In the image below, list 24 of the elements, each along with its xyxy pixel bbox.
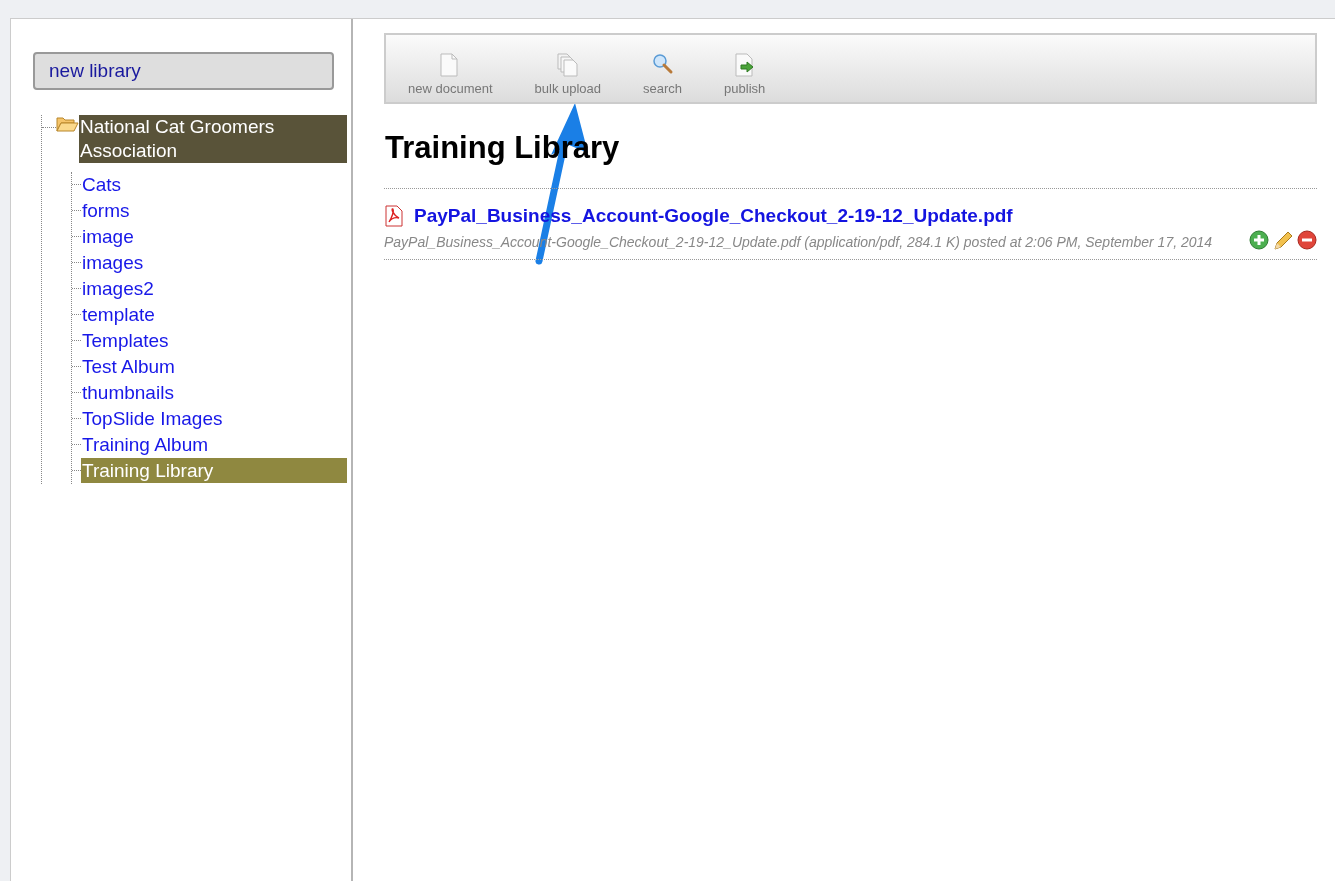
publish-icon xyxy=(733,53,756,77)
add-icon xyxy=(1249,230,1269,250)
tree-item[interactable]: thumbnails xyxy=(81,380,347,405)
tree-item[interactable]: Cats xyxy=(81,172,347,197)
documents-icon xyxy=(556,53,579,77)
tree-item[interactable]: template xyxy=(81,302,347,327)
tree-item[interactable]: TopSlide Images xyxy=(81,406,347,431)
tree-item[interactable]: images xyxy=(81,250,347,275)
tree-item[interactable]: Templates xyxy=(81,328,347,353)
tree-item[interactable]: image xyxy=(81,224,347,249)
toolbar-button[interactable]: new document xyxy=(398,35,503,102)
tree-item[interactable]: Test Album xyxy=(81,354,347,379)
tree-item[interactable]: images2 xyxy=(81,276,347,301)
tree-item[interactable]: Training Library xyxy=(81,458,347,483)
tree-item[interactable]: forms xyxy=(81,198,347,223)
pdf-icon xyxy=(384,205,404,227)
toolbar-button[interactable]: publish xyxy=(714,35,776,102)
pencil-icon xyxy=(1272,230,1294,251)
tree-item[interactable]: Training Album xyxy=(81,432,347,457)
remove-icon xyxy=(1297,230,1317,250)
toolbar-button[interactable]: search xyxy=(633,35,693,102)
new-library-button[interactable]: new library xyxy=(33,52,334,90)
tree-item[interactable]: National Cat Groomers Association xyxy=(79,115,347,163)
toolbar-button[interactable]: bulk upload xyxy=(524,35,612,102)
